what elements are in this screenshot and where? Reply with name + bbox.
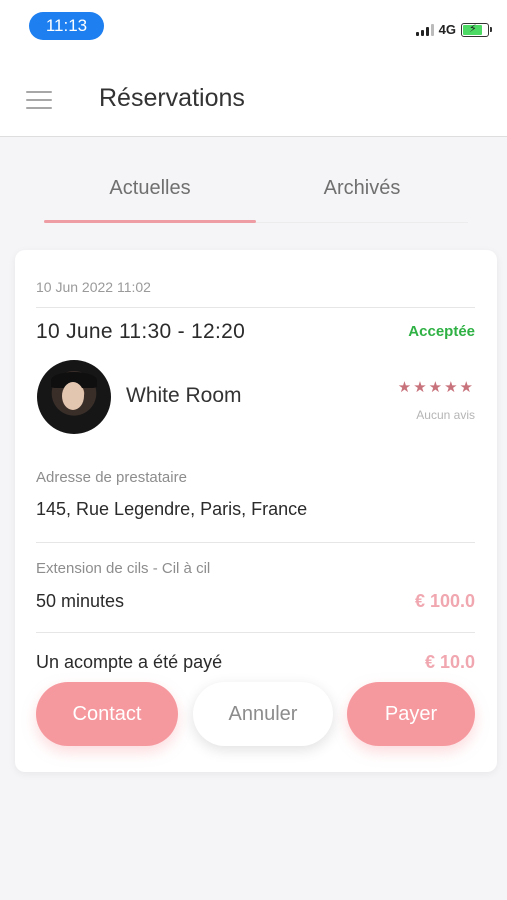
- network-type: 4G: [438, 22, 456, 37]
- tab-current[interactable]: Actuelles: [44, 177, 256, 200]
- reservation-card: 10 Jun 2022 11:02 10 June 11:30 - 12:20 …: [15, 250, 497, 772]
- reviews-text: Aucun avis: [416, 408, 475, 422]
- battery-icon: ⚡: [461, 22, 492, 37]
- active-tab-indicator: [44, 220, 256, 223]
- hamburger-menu-icon[interactable]: [26, 91, 52, 109]
- appointment-slot: 10 June 11:30 - 12:20: [36, 320, 246, 343]
- divider: [36, 632, 475, 633]
- status-indicators: 4G ⚡: [415, 22, 492, 37]
- signal-icon: [415, 23, 434, 36]
- contact-button[interactable]: Contact: [36, 682, 178, 746]
- service-label: Extension de cils - Cil à cil: [36, 560, 211, 577]
- status-bar: 11:13 4G ⚡: [0, 0, 507, 60]
- page-title: Réservations: [99, 84, 245, 112]
- divider: [36, 542, 475, 543]
- service-duration: 50 minutes: [36, 591, 125, 611]
- address-label: Adresse de prestataire: [36, 469, 187, 486]
- tab-archived[interactable]: Archivés: [256, 177, 468, 200]
- deposit-amount: € 10.0: [424, 652, 475, 672]
- avatar[interactable]: [37, 360, 111, 434]
- tab-bar: Actuelles Archivés: [44, 165, 468, 223]
- provider-name[interactable]: White Room: [126, 384, 242, 408]
- deposit-text: Un acompte a été payé: [36, 652, 223, 672]
- pay-button[interactable]: Payer: [347, 682, 475, 746]
- rating-stars-icon: ★★★★★: [397, 379, 475, 396]
- status-time: 11:13: [29, 12, 104, 40]
- cancel-button[interactable]: Annuler: [193, 682, 333, 746]
- created-date: 10 Jun 2022 11:02: [36, 279, 151, 295]
- app-header: Réservations: [0, 60, 507, 137]
- service-price: € 100.0: [414, 591, 475, 611]
- divider: [36, 307, 475, 308]
- status-badge: Acceptée: [408, 323, 475, 340]
- address-value: 145, Rue Legendre, Paris, France: [36, 499, 308, 519]
